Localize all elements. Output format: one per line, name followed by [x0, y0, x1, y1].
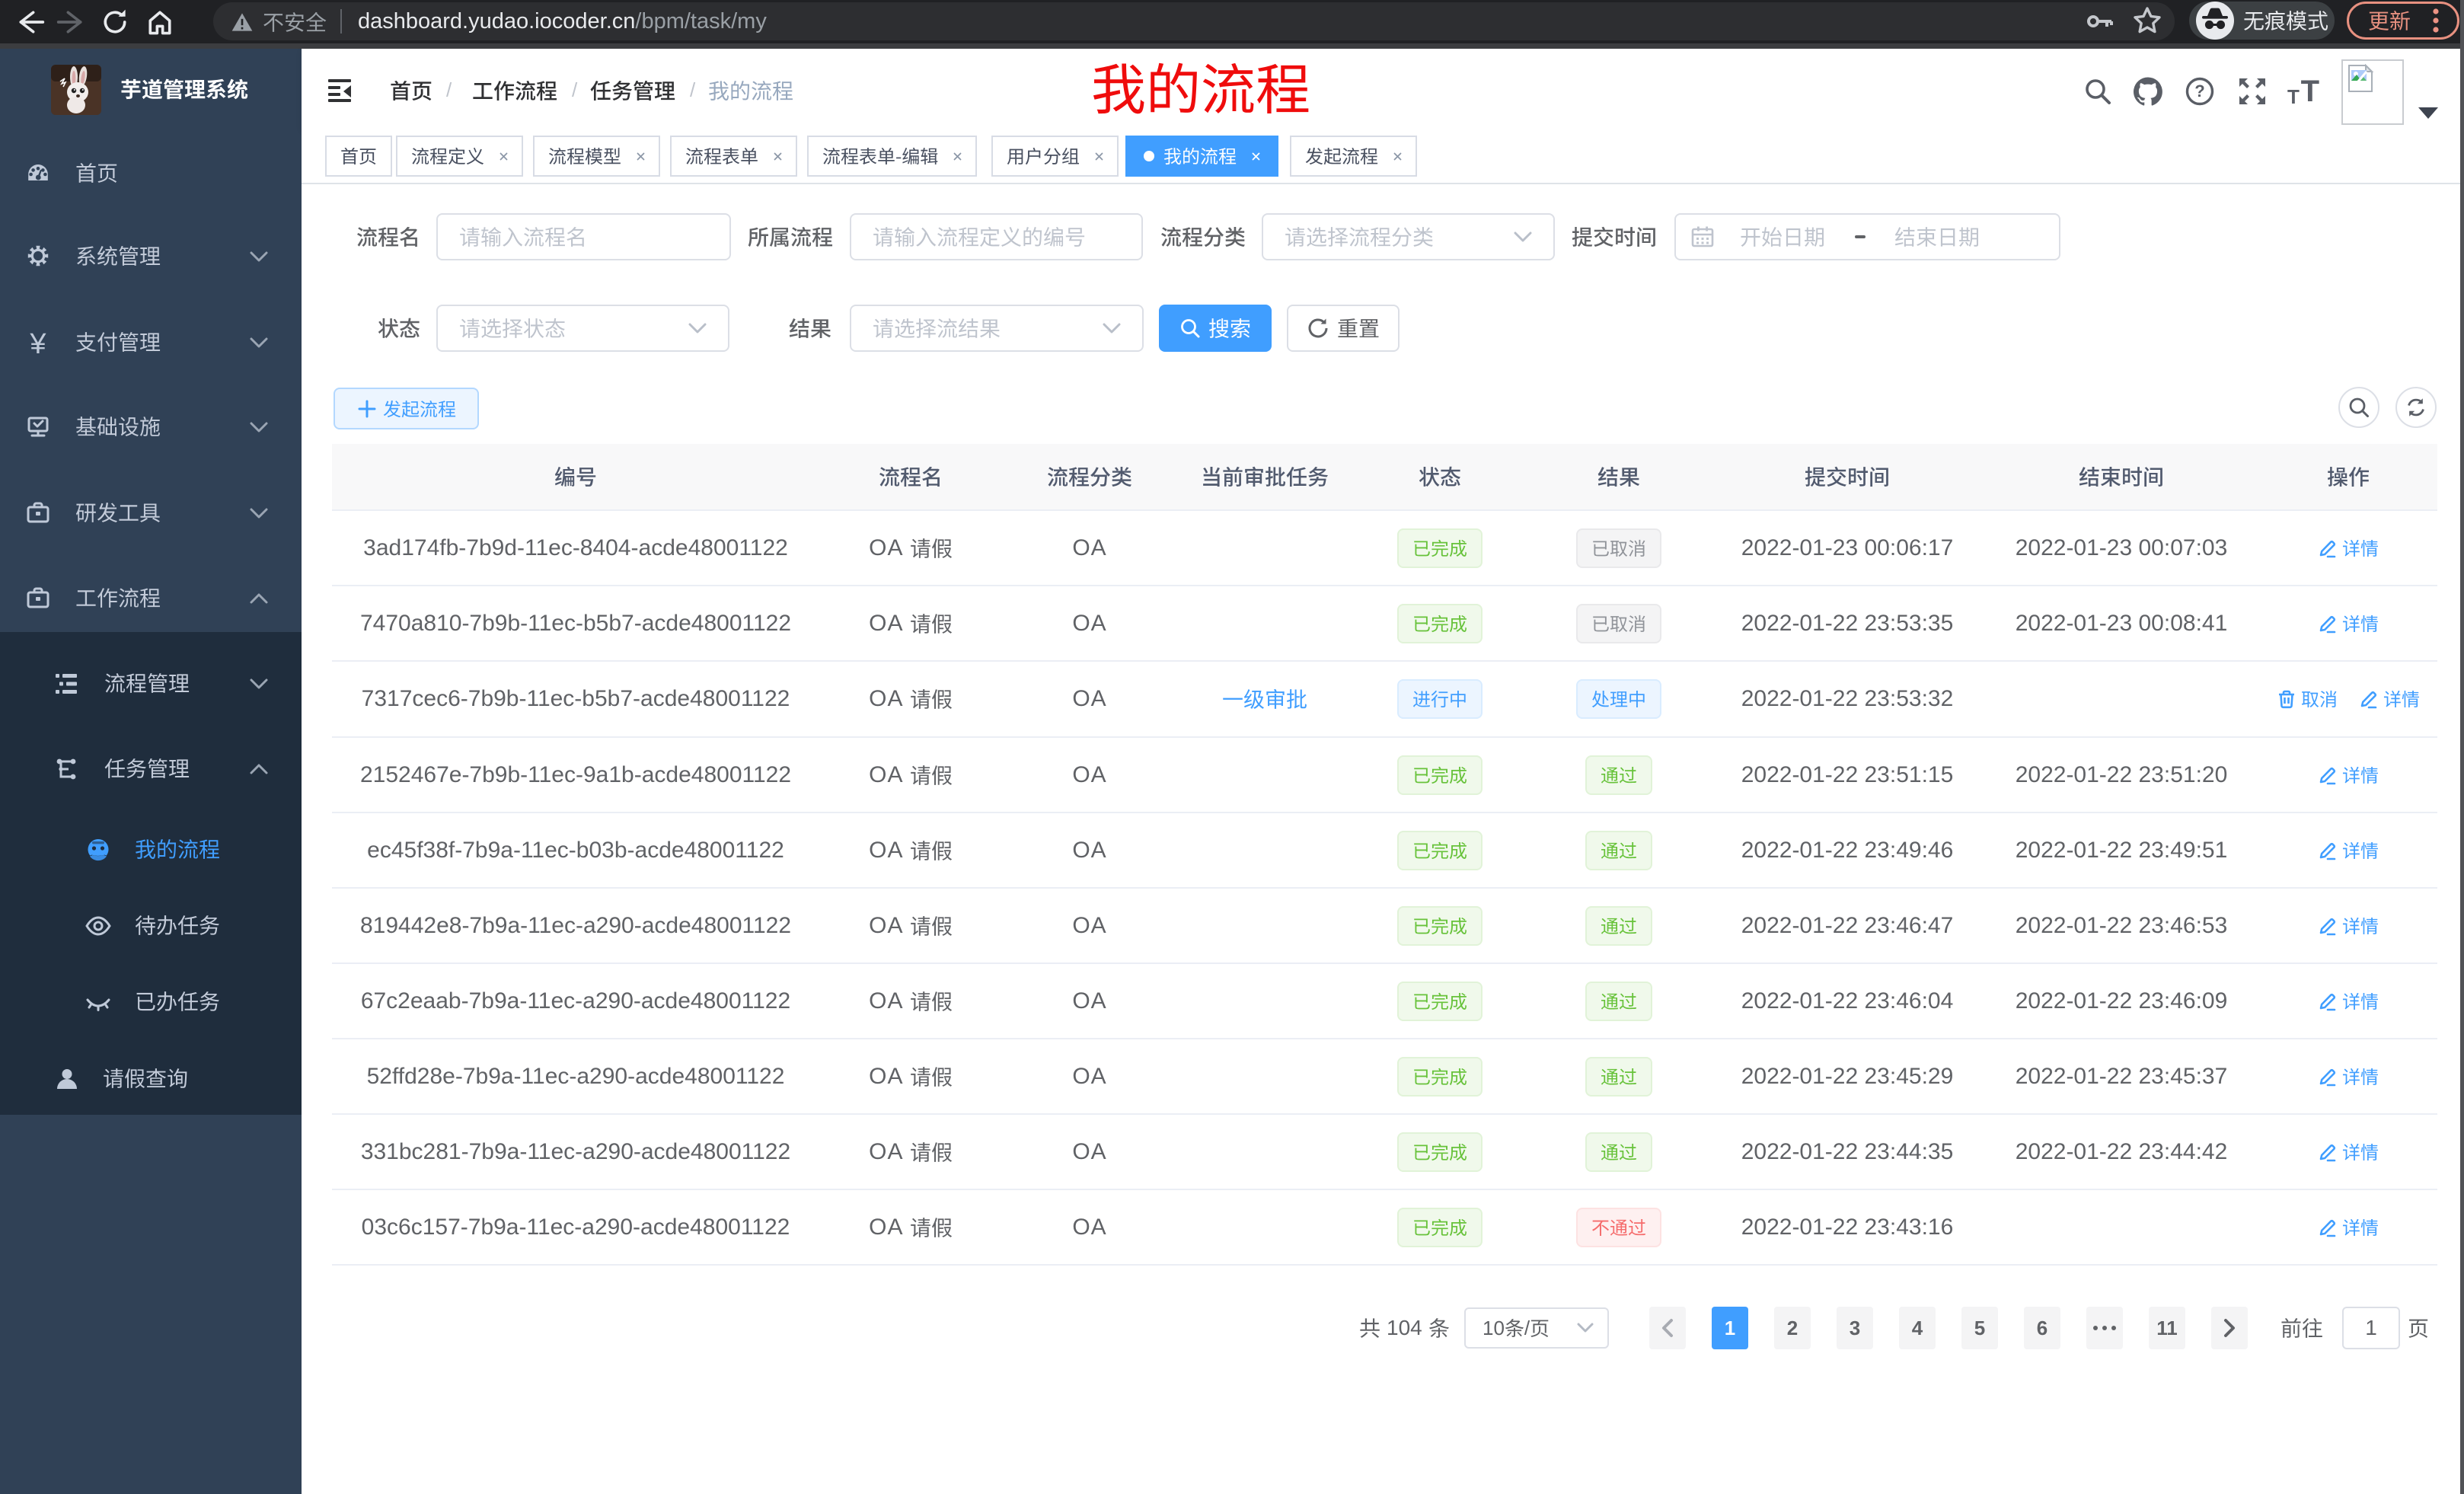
- svg-text:?: ?: [2194, 81, 2204, 101]
